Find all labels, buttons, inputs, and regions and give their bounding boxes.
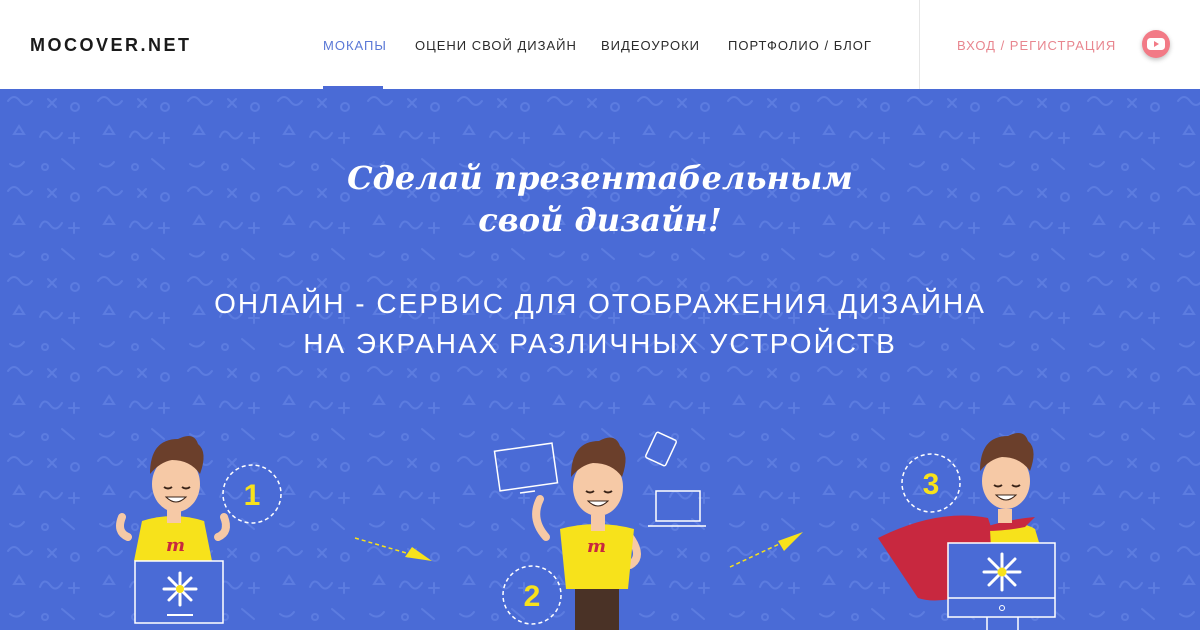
hero-banner: Сделай презентабельным свой дизайн! ОНЛА… bbox=[0, 89, 1200, 630]
character-step-3 bbox=[878, 432, 1056, 630]
site-logo[interactable]: MOCOVER.NET bbox=[30, 35, 192, 56]
step-number-2: 2 bbox=[524, 580, 541, 613]
nav-item-rate-design[interactable]: ОЦЕНИ СВОЙ ДИЗАЙН bbox=[415, 38, 577, 53]
nav-item-video-lessons[interactable]: ВИДЕОУРОКИ bbox=[601, 38, 700, 53]
character-step-1: m bbox=[116, 435, 230, 624]
top-navigation-bar: MOCOVER.NET МОКАПЫ ОЦЕНИ СВОЙ ДИЗАЙН ВИД… bbox=[0, 0, 1200, 89]
nav-item-portfolio-blog[interactable]: ПОРТФОЛИО / БЛОГ bbox=[728, 38, 872, 53]
arrow-1-head bbox=[405, 547, 432, 561]
step-number-3: 3 bbox=[923, 468, 940, 501]
shirt-letter: m bbox=[587, 536, 606, 557]
youtube-icon[interactable] bbox=[1142, 30, 1170, 58]
arrow-2-head bbox=[778, 532, 803, 551]
shirt-letter: m bbox=[166, 535, 185, 556]
step-number-1: 1 bbox=[244, 479, 261, 512]
steps-illustration: m 1 m 2 3 bbox=[116, 431, 1056, 630]
nav-item-mockups[interactable]: МОКАПЫ bbox=[323, 38, 387, 53]
header-divider bbox=[919, 0, 920, 89]
login-register-link[interactable]: ВХОД / РЕГИСТРАЦИЯ bbox=[957, 38, 1116, 53]
